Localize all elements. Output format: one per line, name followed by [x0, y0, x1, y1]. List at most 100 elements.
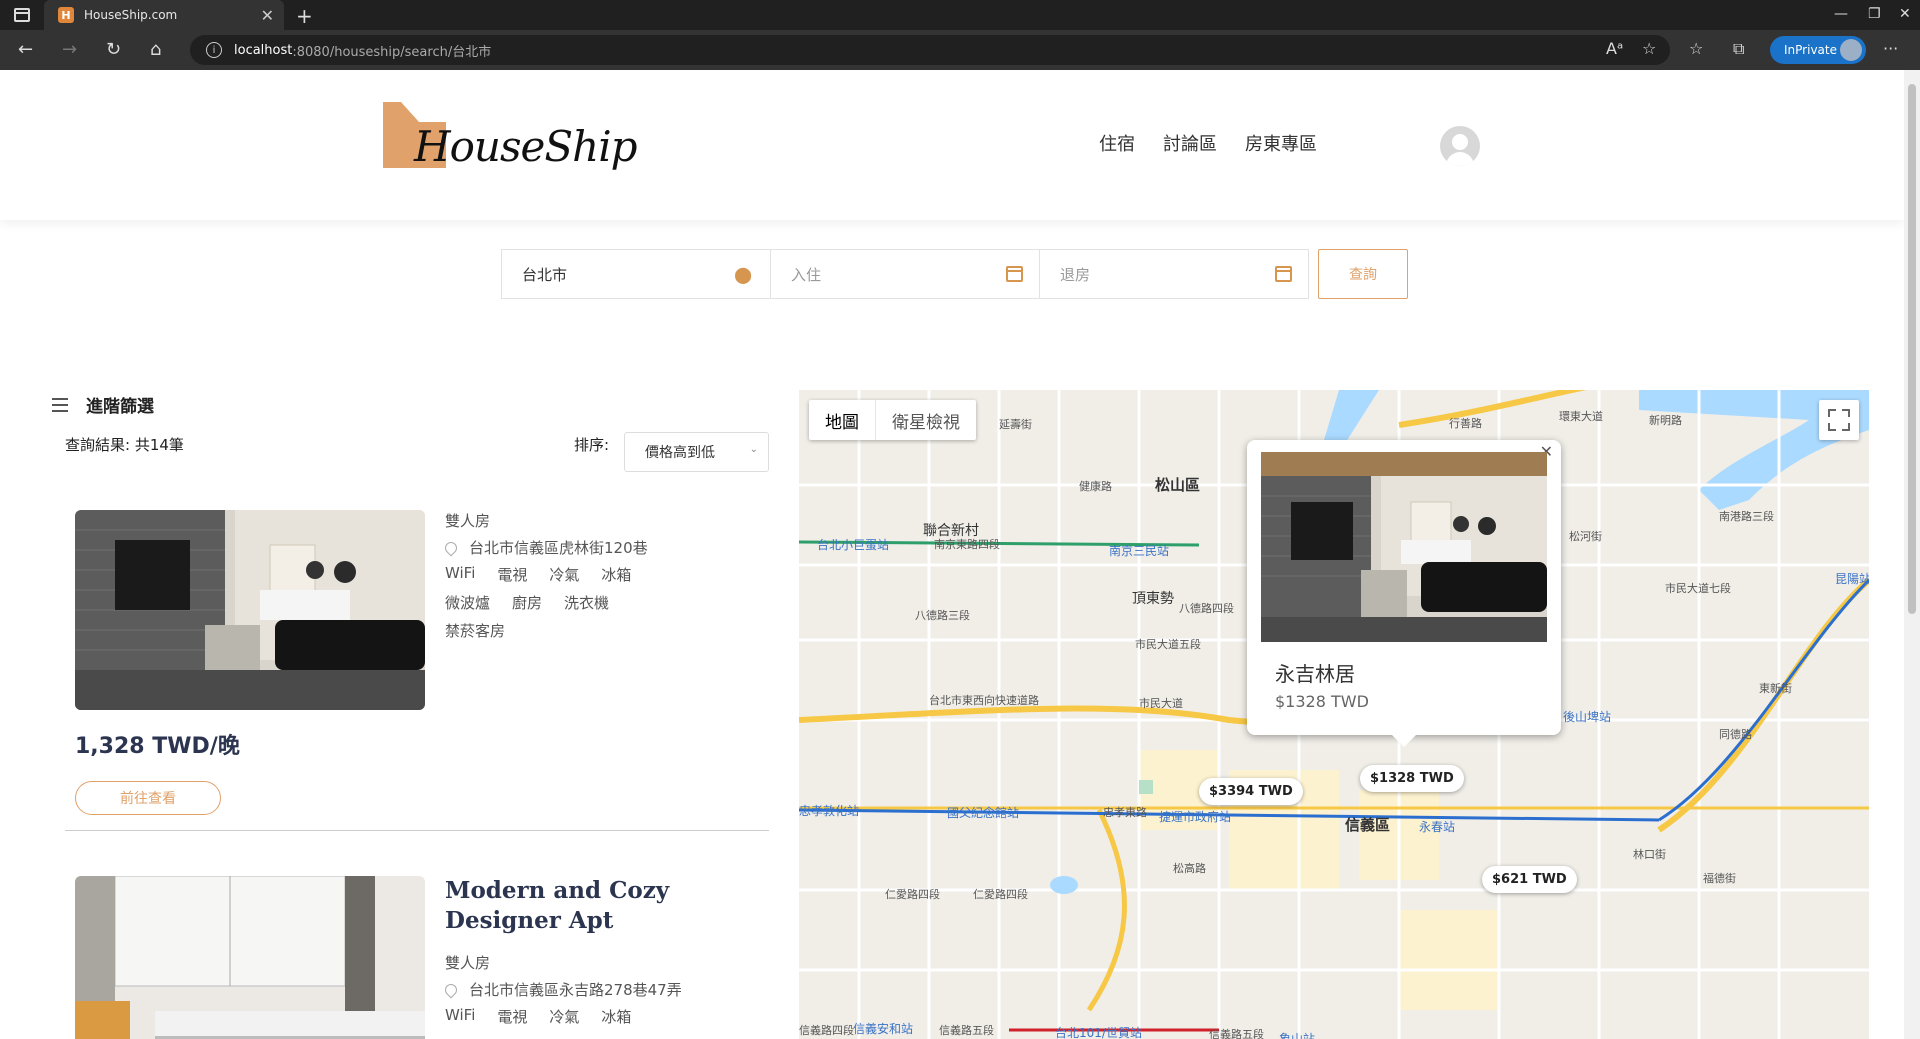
fullscreen-icon[interactable]	[1819, 400, 1859, 440]
add-favorite-icon[interactable]: ☆	[1642, 39, 1656, 58]
nav-item-forum[interactable]: 討論區	[1163, 130, 1217, 156]
tab-actions-icon[interactable]	[14, 8, 30, 22]
amenity-item: 微波爐	[445, 594, 491, 612]
tab-title: HouseShip.com	[84, 8, 178, 22]
map-label: 八德路三段	[915, 609, 970, 622]
more-icon[interactable]: ···	[1883, 39, 1898, 58]
info-icon[interactable]: i	[206, 42, 222, 58]
map-type-satellite-button[interactable]: 衛星檢視	[875, 400, 976, 440]
filter-label: 進階篩選	[86, 397, 154, 417]
checkin-input[interactable]: 入住	[770, 249, 1040, 299]
close-window-icon[interactable]: ✕	[1899, 6, 1911, 22]
price-marker[interactable]: $1328 TWD	[1360, 765, 1464, 792]
amenity-item: WiFi	[445, 564, 476, 582]
sort-label: 排序:	[574, 436, 610, 454]
map-label: 忠孝敦化站	[799, 804, 860, 818]
map-label: 市民大道七段	[1665, 582, 1731, 595]
map-type-map-button[interactable]: 地圖	[809, 400, 875, 440]
amenity-item: 冰箱	[601, 566, 632, 584]
calendar-icon	[1006, 266, 1023, 282]
results-count: 查詢結果: 共14筆	[65, 436, 184, 454]
advanced-filter-toggle[interactable]: 進階篩選	[52, 392, 154, 417]
map-label: 南京東路四段	[934, 538, 1000, 551]
minimize-icon[interactable]: —	[1834, 6, 1848, 22]
new-tab-icon[interactable]: +	[296, 4, 313, 28]
map-pin-icon	[442, 539, 460, 556]
listing-photo[interactable]	[75, 876, 425, 1039]
map-label: 同德路	[1719, 728, 1752, 741]
room-type: 雙人房	[445, 954, 491, 972]
browser-toolbar: ← → ↻ ⌂ i localhost :8080/houseship/sear…	[0, 30, 1920, 70]
map-label: 南港路三段	[1719, 510, 1774, 523]
info-window-photo[interactable]	[1261, 452, 1547, 642]
map-label: 永春站	[1419, 820, 1456, 834]
price-marker[interactable]: $3394 TWD	[1199, 778, 1303, 805]
site-header: HouseShip 住宿 討論區 房東專區	[0, 70, 1904, 220]
search-button[interactable]: 查詢	[1318, 249, 1408, 299]
map-label: 信義路五段	[1209, 1028, 1264, 1039]
map-label: 台北市東西向快速道路	[929, 694, 1039, 707]
close-tab-icon[interactable]: ✕	[261, 6, 274, 25]
scrollbar-thumb[interactable]	[1908, 84, 1916, 614]
amenity-item: 電視	[497, 1008, 528, 1026]
read-aloud-icon[interactable]: Aᵃ	[1606, 39, 1623, 58]
inprivate-button[interactable]: InPrivate	[1770, 36, 1866, 64]
address-bar[interactable]: i localhost :8080/houseship/search/台北市	[190, 35, 1670, 65]
map-label: 昆陽站	[1835, 572, 1869, 586]
map-label: 新明路	[1649, 414, 1682, 427]
sort-select[interactable]: 價格高到低 ⌄	[624, 432, 769, 472]
site-logo[interactable]: HouseShip	[383, 102, 638, 182]
listing-photo[interactable]	[75, 510, 425, 710]
checkout-input[interactable]: 退房	[1039, 249, 1309, 299]
amenity-list: WiFi 電視 冷氣 冰箱	[445, 1006, 695, 1034]
info-window-name: 永吉林居	[1275, 662, 1355, 686]
amenity-item: 禁菸客房	[445, 622, 506, 640]
profile-avatar	[1840, 39, 1862, 61]
map-label: 信義路五段	[939, 1024, 994, 1037]
restore-icon[interactable]: ❐	[1868, 6, 1881, 22]
map-label: 松山區	[1155, 476, 1201, 494]
map-label: 信義安和站	[853, 1022, 914, 1036]
refresh-icon[interactable]: ↻	[106, 39, 121, 60]
url-path: :8080/houseship/search/台北市	[292, 44, 492, 60]
map-label: 台北小巨蛋站	[817, 538, 890, 552]
listing-address: 台北市信義區永吉路278巷47弄	[442, 979, 775, 1000]
map-label: 松高路	[1173, 862, 1206, 875]
map-label: 台北101/世貿站	[1055, 1026, 1142, 1039]
url-host: localhost	[234, 42, 293, 58]
home-icon[interactable]: ⌂	[150, 39, 161, 60]
favorites-icon[interactable]: ☆	[1689, 39, 1703, 58]
listing-address: 台北市信義區虎林街120巷	[442, 537, 775, 558]
map-pin-icon: ⬤	[734, 265, 752, 284]
back-arrow-icon[interactable]: ←	[18, 39, 33, 60]
map-label: 仁愛路四段	[885, 888, 940, 901]
collections-icon[interactable]: ⧉	[1733, 39, 1744, 59]
page-scrollbar[interactable]	[1904, 70, 1920, 1039]
amenity-item: 冰箱	[601, 1008, 632, 1026]
forward-arrow-icon[interactable]: →	[62, 39, 77, 60]
amenity-item: 廚房	[512, 594, 543, 612]
map-label: 市民大道五段	[1135, 638, 1201, 651]
address-text: 台北市信義區虎林街120巷	[469, 539, 648, 557]
map-label: 後山埤站	[1563, 710, 1612, 724]
nav-item-stay[interactable]: 住宿	[1099, 130, 1135, 156]
listing-divider	[65, 830, 769, 831]
map-label: 行善路	[1449, 417, 1482, 430]
checkin-placeholder: 入住	[791, 265, 822, 284]
price-marker[interactable]: $621 TWD	[1482, 866, 1577, 893]
listing-title[interactable]: Modern and Cozy Designer Apt	[445, 876, 775, 936]
listing-price: 1,328 TWD/晚	[75, 734, 240, 759]
map-label: 市民大道	[1139, 697, 1183, 710]
user-avatar[interactable]	[1440, 126, 1480, 166]
map-label: 松河街	[1569, 530, 1602, 543]
nav-item-host[interactable]: 房東專區	[1245, 130, 1317, 156]
map-label: 信義區	[1345, 816, 1391, 834]
search-bar: 台北市 ⬤ 入住 退房 查詢	[501, 249, 1408, 299]
map-label: 忠孝東路	[1103, 806, 1147, 819]
browser-tab[interactable]: H HouseShip.com ✕	[44, 0, 284, 30]
main-nav: 住宿 討論區 房東專區	[1099, 130, 1317, 156]
view-listing-button[interactable]: 前往查看	[75, 781, 221, 815]
address-text: 台北市信義區永吉路278巷47弄	[469, 981, 682, 999]
results-map[interactable]: 延壽街 健康路 松山區 聯合新村 南京東路四段 台北小巨蛋站 南京三民站 頂東勢…	[799, 390, 1869, 1039]
location-input[interactable]: 台北市 ⬤	[501, 249, 771, 299]
